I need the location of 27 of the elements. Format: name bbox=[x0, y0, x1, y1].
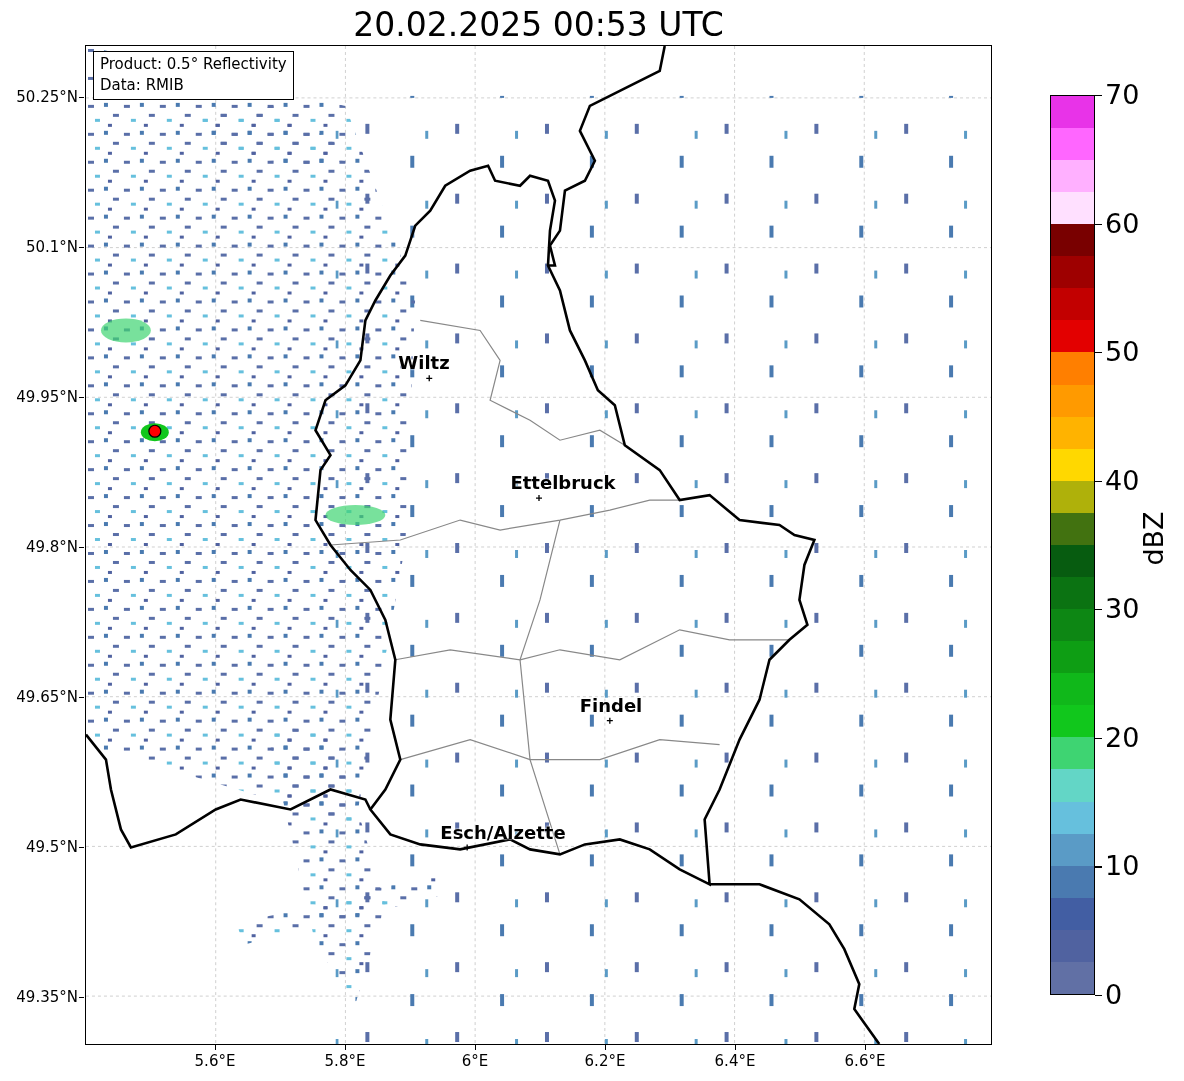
info-text: Data: RMIB bbox=[100, 75, 185, 96]
y-axis-label: 49.95°N bbox=[16, 388, 78, 406]
x-axis-label: 5.8°E bbox=[324, 1052, 366, 1070]
x-axis-label: 6.2°E bbox=[584, 1052, 626, 1070]
colorbar-title: dBZ bbox=[1137, 511, 1169, 566]
y-axis-label: 49.8°N bbox=[25, 538, 78, 556]
chart-title: 20.02.2025 00:53 UTC bbox=[352, 4, 725, 45]
x-axis-label: 6°E bbox=[461, 1052, 489, 1070]
colorbar-tick-label: 50 bbox=[1105, 337, 1140, 368]
colorbar-tick-label: 10 bbox=[1105, 851, 1140, 882]
x-axis-label: 5.6°E bbox=[194, 1052, 236, 1070]
y-axis-label: 50.1°N bbox=[25, 238, 78, 256]
x-axis-label: 6.6°E bbox=[844, 1052, 886, 1070]
colorbar-tick-label: 0 bbox=[1105, 980, 1123, 1010]
colorbar-tick-label: 40 bbox=[1105, 465, 1140, 496]
y-axis-label: 49.35°N bbox=[16, 988, 78, 1006]
x-axis-label: 6.4°E bbox=[714, 1052, 756, 1070]
city-label: Findel bbox=[579, 694, 643, 716]
city-label: Wiltz bbox=[398, 351, 450, 373]
y-axis-label: 49.5°N bbox=[25, 838, 78, 856]
colorbar-tick-label: 20 bbox=[1105, 722, 1140, 753]
colorbar-tick-label: 30 bbox=[1105, 594, 1140, 625]
y-axis-label: 49.65°N bbox=[16, 688, 78, 706]
colorbar-tick-label: 70 bbox=[1105, 80, 1140, 110]
colorbar-tick-label: 60 bbox=[1105, 208, 1140, 239]
info-text: Product: 0.5° Reflectivity bbox=[100, 54, 287, 75]
y-axis-label: 50.25°N bbox=[16, 88, 78, 106]
